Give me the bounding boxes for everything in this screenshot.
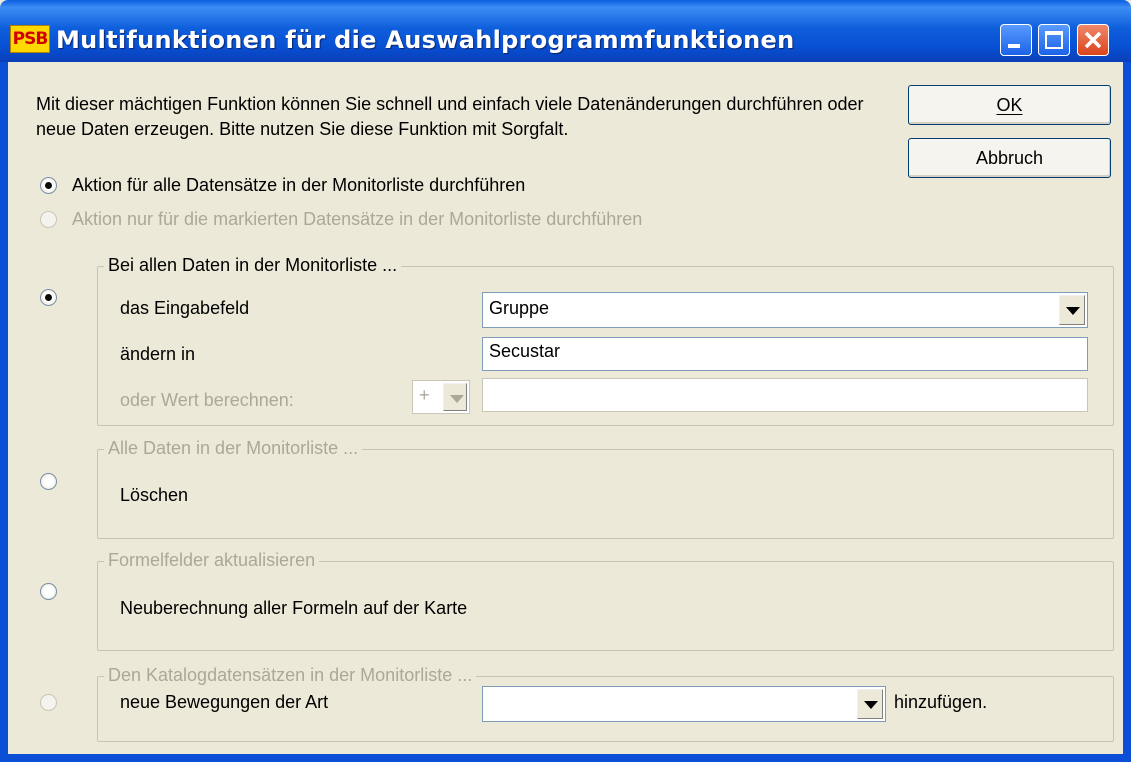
field-select[interactable]: Gruppe [482, 292, 1088, 328]
ok-button-label: OK [996, 95, 1023, 115]
change-value-input[interactable]: Secustar [482, 337, 1088, 371]
intro-text: Mit dieser mächtigen Funktion können Sie… [36, 94, 864, 139]
window-title: Multifunktionen für die Auswahlprogrammf… [56, 26, 795, 54]
formula-action-label: Neuberechnung aller Formeln auf der Kart… [120, 598, 468, 618]
calc-value-input[interactable] [482, 378, 1088, 412]
chevron-down-icon[interactable] [1059, 295, 1085, 325]
radio-formula[interactable] [40, 583, 57, 600]
window-border-right [1123, 62, 1131, 762]
window-border-left [0, 62, 8, 762]
catalog-suffix-label: hinzufügen. [894, 692, 988, 712]
ok-button[interactable]: OK [908, 85, 1111, 125]
scope-all-label[interactable]: Aktion für alle Datensätze in der Monito… [72, 175, 525, 196]
radio-delete[interactable] [40, 473, 57, 490]
group-delete: Alle Daten in der Monitorliste ... [97, 438, 1114, 539]
app-icon: PSB [10, 25, 50, 53]
group-catalog-legend: Den Katalogdatensätzen in der Monitorlis… [104, 665, 477, 686]
catalog-label: neue Bewegungen der Art [120, 692, 329, 712]
group-change-legend: Bei allen Daten in der Monitorliste ... [104, 255, 402, 276]
scope-marked-label[interactable]: Aktion nur für die markierten Datensätze… [72, 209, 642, 230]
maximize-icon [1045, 31, 1063, 49]
calc-operator-value: + [419, 385, 430, 405]
group-formula-legend: Formelfelder aktualisieren [104, 550, 320, 571]
field-select-value: Gruppe [489, 298, 550, 318]
radio-catalog[interactable] [40, 694, 57, 711]
radio-scope-all[interactable] [40, 177, 57, 194]
minimize-icon [1008, 44, 1020, 48]
movement-type-select[interactable] [482, 686, 886, 722]
chevron-down-icon[interactable] [443, 383, 467, 411]
field-label: das Eingabefeld [120, 298, 250, 318]
change-value-text: Secustar [489, 341, 561, 361]
chevron-down-icon[interactable] [857, 689, 883, 719]
change-label: ändern in [120, 344, 196, 364]
radio-scope-marked[interactable] [40, 211, 57, 228]
close-button[interactable] [1077, 24, 1109, 56]
cancel-button-label: Abbruch [975, 148, 1044, 168]
title-bar[interactable]: PSB Multifunktionen für die Auswahlprogr… [0, 0, 1131, 62]
group-delete-legend: Alle Daten in der Monitorliste ... [104, 438, 363, 459]
cancel-button[interactable]: Abbruch [908, 138, 1111, 178]
delete-action-label: Löschen [120, 485, 189, 505]
close-icon [1084, 31, 1102, 49]
radio-change-field[interactable] [40, 289, 57, 306]
minimize-button[interactable] [1000, 24, 1032, 56]
calc-label: oder Wert berechnen: [120, 390, 294, 410]
maximize-button[interactable] [1038, 24, 1070, 56]
calc-operator-select[interactable]: + [412, 380, 470, 414]
window-border-bottom [0, 754, 1131, 762]
